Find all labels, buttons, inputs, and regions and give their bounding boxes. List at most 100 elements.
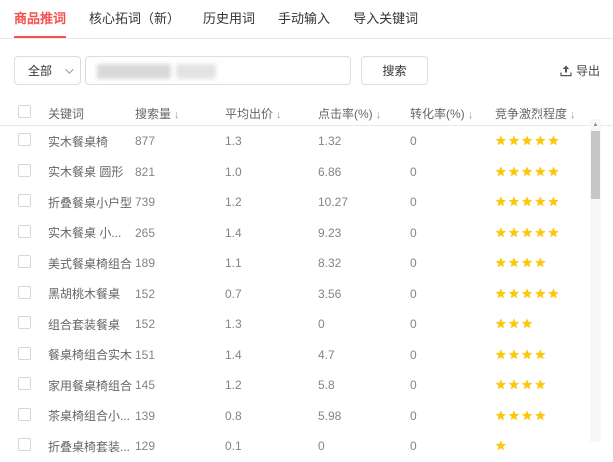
keyword-cell: 茶桌椅组合小... [48,407,135,424]
avg-bid-cell: 1.4 [225,348,318,362]
search-volume-cell: 145 [135,378,225,392]
table-row: 组合套装餐桌 152 1.3 0 0 ★★★ [0,309,613,340]
table-row: 折叠桌椅套装... 129 0.1 0 0 ★ [0,431,613,462]
table-row: 黑胡桃木餐桌 152 0.7 3.56 0 ★★★★★ [0,279,613,310]
ctr-cell: 8.32 [318,256,410,270]
row-checkbox[interactable] [18,194,31,207]
ctr-cell: 4.7 [318,348,410,362]
keyword-cell: 折叠餐桌小户型 [48,194,135,211]
ctr-cell: 5.8 [318,378,410,392]
ctr-cell: 1.32 [318,134,410,148]
avg-bid-cell: 1.2 [225,195,318,209]
tab-bar: 商品推词 核心拓词（新） 历史用词 手动输入 导入关键词 [0,0,613,39]
search-button[interactable]: 搜索 [361,56,428,85]
sort-desc-icon[interactable]: ↓ [174,109,180,121]
table-scrollbar[interactable]: ▲ [590,119,601,442]
ctr-cell: 3.56 [318,287,410,301]
tab-product-keywords[interactable]: 商品推词 [14,8,66,38]
search-volume-cell: 265 [135,226,225,240]
scrollbar-thumb[interactable] [591,131,600,199]
ctr-cell: 6.86 [318,165,410,179]
table-body: 实木餐桌椅 877 1.3 1.32 0 ★★★★★ 实木餐桌 圆形 821 1… [0,126,613,462]
cvr-cell: 0 [410,195,495,209]
search-volume-cell: 877 [135,134,225,148]
search-volume-cell: 139 [135,409,225,423]
tab-history-keywords[interactable]: 历史用词 [203,8,255,38]
row-checkbox[interactable] [18,133,31,146]
row-checkbox[interactable] [18,225,31,238]
row-checkbox[interactable] [18,286,31,299]
sort-desc-icon[interactable]: ↓ [276,109,282,121]
keyword-cell: 实木餐桌 小... [48,224,135,241]
keyword-search-input[interactable] [85,56,351,85]
keyword-cell: 美式餐桌椅组合 [48,255,135,272]
export-label: 导出 [576,62,600,79]
sort-desc-icon[interactable]: ↓ [468,109,474,121]
keyword-cell: 折叠桌椅套装... [48,438,135,455]
row-checkbox[interactable] [18,347,31,360]
scroll-up-arrow-icon[interactable]: ▲ [590,119,601,131]
ctr-cell: 0 [318,317,410,331]
search-volume-cell: 152 [135,317,225,331]
cvr-cell: 0 [410,287,495,301]
row-checkbox[interactable] [18,164,31,177]
table-row: 美式餐桌椅组合 189 1.1 8.32 0 ★★★★ [0,248,613,279]
table-row: 折叠餐桌小户型 739 1.2 10.27 0 ★★★★★ [0,187,613,218]
search-volume-cell: 189 [135,256,225,270]
row-checkbox[interactable] [18,255,31,268]
avg-bid-cell: 1.3 [225,134,318,148]
ctr-cell: 9.23 [318,226,410,240]
header-search-volume[interactable]: 搜索量↓ [135,105,225,122]
avg-bid-cell: 1.1 [225,256,318,270]
blurred-input-text [97,64,171,79]
cvr-cell: 0 [410,317,495,331]
header-keyword: 关键词 [48,105,135,122]
keyword-cell: 实木餐桌 圆形 [48,163,135,180]
header-ctr[interactable]: 点击率(%)↓ [318,105,410,122]
search-volume-cell: 821 [135,165,225,179]
avg-bid-cell: 1.3 [225,317,318,331]
search-volume-cell: 151 [135,348,225,362]
cvr-cell: 0 [410,226,495,240]
sort-desc-icon[interactable]: ↓ [376,109,382,121]
search-volume-cell: 152 [135,287,225,301]
tab-core-expansion-new[interactable]: 核心拓词（新） [89,8,180,38]
avg-bid-cell: 1.4 [225,226,318,240]
cvr-cell: 0 [410,165,495,179]
select-all-checkbox[interactable] [18,105,31,118]
sort-desc-icon[interactable]: ↓ [570,109,576,121]
avg-bid-cell: 0.1 [225,439,318,453]
table-header-row: 关键词 搜索量↓ 平均出价↓ 点击率(%)↓ 转化率(%)↓ 竞争激烈程度↓ [0,101,613,126]
cvr-cell: 0 [410,348,495,362]
avg-bid-cell: 0.8 [225,409,318,423]
keyword-cell: 黑胡桃木餐桌 [48,285,135,302]
table-row: 实木餐桌 圆形 821 1.0 6.86 0 ★★★★★ [0,157,613,188]
header-cvr[interactable]: 转化率(%)↓ [410,105,495,122]
row-checkbox[interactable] [18,408,31,421]
header-avg-bid[interactable]: 平均出价↓ [225,105,318,122]
table-row: 餐桌椅组合实木 151 1.4 4.7 0 ★★★★ [0,340,613,371]
export-button[interactable]: 导出 [560,62,600,79]
keyword-cell: 家用餐桌椅组合 [48,377,135,394]
table-row: 家用餐桌椅组合 145 1.2 5.8 0 ★★★★ [0,370,613,401]
category-select[interactable]: 全部 [14,56,81,85]
tab-import-keywords[interactable]: 导入关键词 [353,8,418,38]
keyword-cell: 实木餐桌椅 [48,133,135,150]
search-volume-cell: 129 [135,439,225,453]
category-select-value: 全部 [28,62,52,79]
avg-bid-cell: 0.7 [225,287,318,301]
tab-manual-input[interactable]: 手动输入 [278,8,330,38]
ctr-cell: 0 [318,439,410,453]
avg-bid-cell: 1.0 [225,165,318,179]
keywords-table: 关键词 搜索量↓ 平均出价↓ 点击率(%)↓ 转化率(%)↓ 竞争激烈程度↓ 实… [0,101,613,462]
export-upload-icon [560,65,572,77]
row-checkbox[interactable] [18,316,31,329]
keyword-cell: 餐桌椅组合实木 [48,346,135,363]
row-checkbox[interactable] [18,377,31,390]
table-row: 实木餐桌椅 877 1.3 1.32 0 ★★★★★ [0,126,613,157]
cvr-cell: 0 [410,409,495,423]
cvr-cell: 0 [410,134,495,148]
ctr-cell: 5.98 [318,409,410,423]
row-checkbox[interactable] [18,438,31,451]
table-row: 茶桌椅组合小... 139 0.8 5.98 0 ★★★★ [0,401,613,432]
